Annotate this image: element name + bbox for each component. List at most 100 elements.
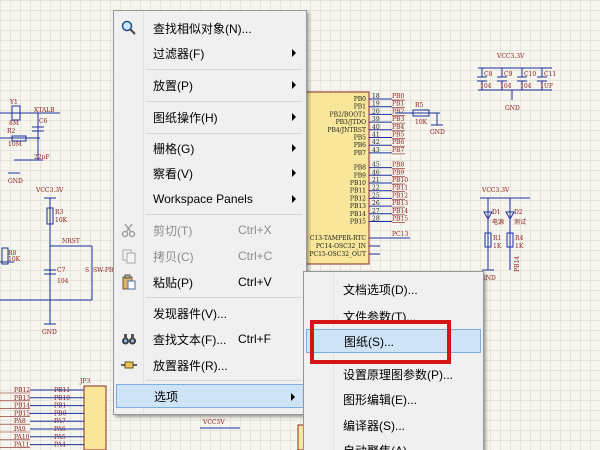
net-label: PB9: [392, 169, 404, 176]
submenu-item-auto-focus[interactable]: 自动聚焦(A)...: [306, 438, 481, 450]
mcu-pin-label: PB1: [354, 104, 366, 111]
submenu-arrow-icon: [292, 49, 296, 57]
mcu-pin-label: PC15-OSC32_OUT: [309, 251, 366, 258]
menu-label: 图纸(S)...: [344, 334, 394, 349]
mcu-pin-number: 25: [372, 192, 380, 199]
r5-ref: R5: [415, 102, 424, 109]
menu-label: 设置原理图参数(P)...: [343, 367, 453, 382]
net-label: PB0: [392, 93, 404, 100]
mcu-pin-number: 40: [372, 124, 380, 131]
led-d1: D1: [492, 209, 501, 216]
submenu-arrow-icon: [292, 81, 296, 89]
menu-label: 自动聚焦(A)...: [343, 442, 417, 450]
menu-label: 剪切(T): [153, 223, 193, 238]
menu-label: 编译器(S)...: [343, 418, 405, 433]
options-submenu: 文档选项(D)... 文件参数(T)... 图纸(S)... 设置原理图参数(P…: [303, 271, 484, 450]
menu-label: 放置器件(R)...: [153, 358, 228, 373]
mcu-pin-label: C13-TAMPER-RTC: [310, 235, 367, 242]
r8-value: 10K: [8, 256, 21, 263]
c7-value: 104: [57, 278, 69, 285]
led-d2-label: 测试: [514, 218, 526, 226]
net-label: PB11: [392, 185, 408, 192]
r5-value: 10K: [415, 119, 428, 126]
menu-label: 图纸操作(H): [153, 110, 218, 125]
menu-item-discover-parts[interactable]: 发现器件(V)...: [116, 301, 304, 325]
mcu-pin-number: 45: [372, 162, 380, 169]
r1-ref: R1: [493, 235, 501, 242]
menu-item-options[interactable]: 选项: [116, 384, 304, 408]
mcu-pin-label: PB0: [354, 96, 366, 103]
cap-value: 104: [500, 83, 512, 90]
mcu-pin-number: 19: [372, 101, 380, 108]
menu-separator: [146, 133, 302, 134]
menu-item-sheet-actions[interactable]: 图纸操作(H): [116, 105, 304, 129]
mcu-pin-label: PB14: [350, 211, 366, 218]
mcu-pin-label: PB8: [354, 165, 366, 172]
menu-item-find-text[interactable]: 查找文本(F)... Ctrl+F: [116, 327, 304, 351]
cap-value: 1UF: [540, 83, 553, 90]
menu-label: 文档选项(D)...: [343, 282, 418, 297]
menu-separator: [146, 69, 302, 70]
menu-label: 栅格(G): [153, 141, 195, 156]
mcu-pin-number: 20: [372, 108, 380, 115]
menu-item-place-part[interactable]: 放置器件(R)...: [116, 353, 304, 377]
submenu-item-schematic-preferences[interactable]: 设置原理图参数(P)...: [306, 362, 481, 386]
vcc-leds: VCC3.3V: [481, 187, 510, 194]
menu-shortcut: Ctrl+F: [238, 332, 271, 346]
net-label: PB15: [392, 216, 408, 223]
submenu-item-sheet[interactable]: 图纸(S)...: [306, 329, 481, 353]
cap-ref: C9: [504, 71, 513, 78]
mcu-pin-label: PB6: [354, 142, 366, 149]
net-label: PB12: [392, 192, 408, 199]
menu-item-copy[interactable]: 拷贝(C) Ctrl+C: [116, 244, 304, 268]
mcu-pin-label: PB13: [350, 203, 366, 210]
mcu-pin-number: 26: [372, 200, 380, 207]
cap-ref: C10: [524, 71, 536, 78]
menu-item-grid[interactable]: 栅格(G): [116, 136, 304, 160]
menu-label: 过滤器(F): [153, 46, 205, 61]
sw-type: SW-PB: [93, 267, 114, 274]
jp3-pins: PB12PB11PB13PB10PB14PB1PB15PB0PA8PA7PA9P…: [0, 387, 84, 449]
place-part-icon: [121, 361, 137, 369]
menu-item-filter[interactable]: 过滤器(F): [116, 41, 304, 65]
net-label: PB2: [392, 108, 404, 115]
submenu-item-graphical-editing[interactable]: 图形编辑(E)...: [306, 387, 481, 411]
mcu-pin-number: 42: [372, 139, 380, 146]
mcu-pin-number: 21: [372, 177, 380, 184]
submenu-item-document-options[interactable]: 文档选项(D)...: [306, 277, 481, 301]
menu-label: 查找文本(F)...: [153, 332, 227, 347]
menu-item-view[interactable]: 察看(V): [116, 161, 304, 185]
binoculars-icon: [122, 334, 136, 345]
mcu-pin-number: 41: [372, 132, 380, 139]
menu-label: 放置(P): [153, 78, 193, 93]
menu-item-find-similar[interactable]: 查找相似对象(N)...: [116, 16, 304, 40]
menu-item-cut[interactable]: 剪切(T) Ctrl+X: [116, 218, 304, 242]
net-label: PB14: [392, 208, 408, 215]
mcu-pin-number: 27: [372, 208, 380, 215]
mcu-pin-label: PB15: [350, 219, 366, 226]
submenu-item-document-parameters[interactable]: 文件参数(T)...: [306, 304, 481, 328]
mcu-pin-label: PB7: [354, 150, 366, 157]
mcu-pin-number: 22: [372, 185, 380, 192]
pc13-net: PC13: [392, 231, 408, 238]
menu-item-workspace-panels[interactable]: Workspace Panels: [116, 187, 304, 211]
left-gnd-2: GND: [42, 329, 57, 336]
menu-separator: [146, 101, 302, 102]
r5-gnd: GND: [430, 129, 445, 136]
cap-value: 104: [480, 83, 492, 90]
led-net: PB14: [514, 256, 521, 272]
menu-item-place[interactable]: 放置(P): [116, 73, 304, 97]
net-label: PB6: [392, 139, 404, 146]
menu-shortcut: Ctrl+X: [238, 223, 272, 237]
submenu-item-compiler[interactable]: 编译器(S)...: [306, 413, 481, 437]
menu-shortcut: Ctrl+V: [238, 275, 272, 289]
led-d1-label: 电源: [492, 218, 504, 226]
vcc-caps: VCC3.3V: [496, 53, 525, 60]
mcu-pin-label: PB4/JNTRST: [327, 127, 366, 134]
sw-ref: S: [85, 267, 89, 274]
scissors-icon: [121, 223, 136, 238]
c6-ref: C6: [39, 118, 48, 125]
menu-item-paste[interactable]: 粘贴(P) Ctrl+V: [116, 270, 304, 294]
r3-value: 10K: [55, 217, 68, 224]
menu-label: 选项: [154, 389, 179, 404]
